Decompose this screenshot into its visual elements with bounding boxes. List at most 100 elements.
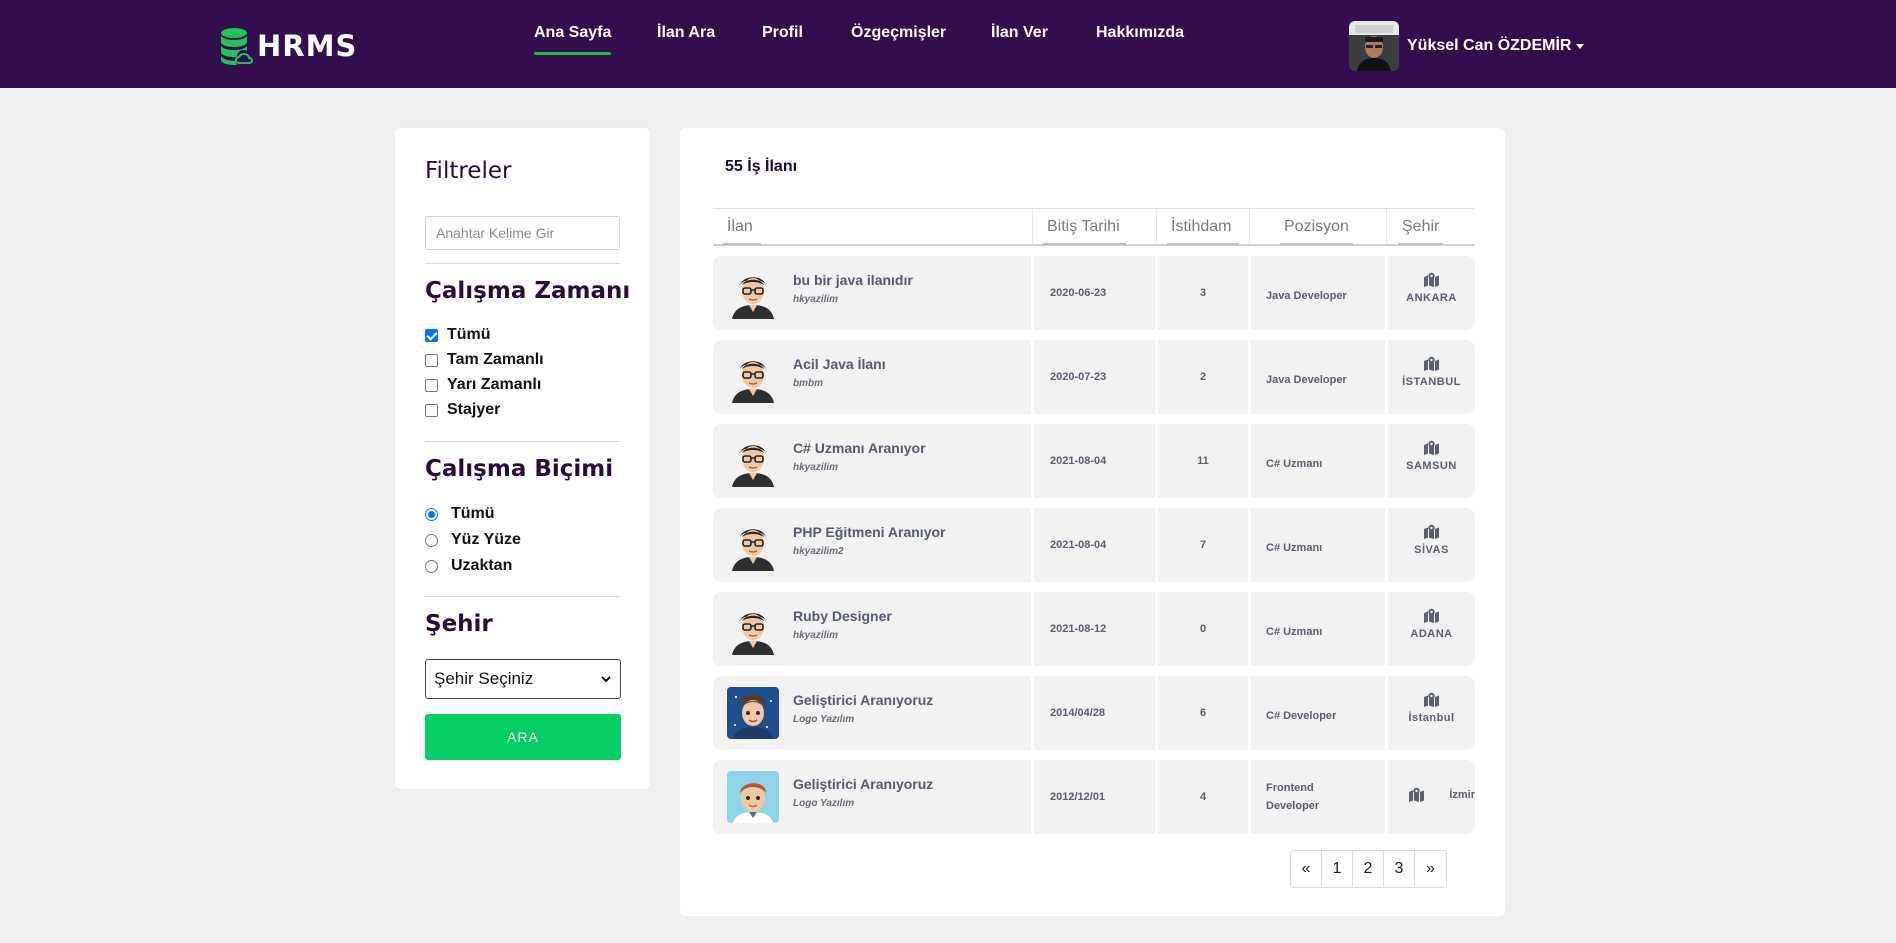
- work-time-label: Tam Zamanlı: [447, 351, 544, 368]
- table-row[interactable]: Acil Java İlanı bmbm 2020-07-23 2 Java Devel…: [713, 340, 1475, 414]
- headcount: 6: [1199, 707, 1207, 719]
- city-select[interactable]: Şehir Seçiniz: [425, 659, 621, 699]
- table-row[interactable]: Geliştirici Aranıyoruz Logo Yazılım 2014/0…: [713, 676, 1475, 750]
- filter-panel: Filtreler Çalışma Zamanı Tümü Tam Zamanl…: [395, 128, 650, 789]
- job-title[interactable]: bu bir java ilanıdır: [793, 272, 913, 288]
- city-select-value: Şehir Seçiniz: [434, 669, 534, 688]
- nav-post-job[interactable]: İlan Ver: [991, 24, 1048, 42]
- keyword-input[interactable]: [425, 216, 620, 250]
- company-avatar: [727, 603, 779, 655]
- map-marked-icon: [1423, 692, 1440, 707]
- divider: [425, 441, 620, 442]
- work-time-option-full-time[interactable]: Tam Zamanlı: [425, 350, 544, 370]
- work-time-label: Stajyer: [447, 401, 501, 418]
- end-date-cell: 2021-08-04: [1034, 424, 1155, 498]
- work-time-option-intern[interactable]: Stajyer: [425, 400, 500, 420]
- table-header: İlan Bitiş Tarihi İstihdam Pozisyon Şehi…: [713, 208, 1475, 246]
- radio[interactable]: [425, 533, 438, 547]
- city-cell: SİVAS: [1388, 508, 1475, 582]
- job-cell: bu bir java ilanıdır hkyazilim: [713, 256, 1031, 330]
- pagination-page-2[interactable]: 2: [1353, 851, 1384, 887]
- map-marked-icon: [1423, 608, 1440, 623]
- work-time-option-part-time[interactable]: Yarı Zamanlı: [425, 375, 541, 395]
- filters-title: Filtreler: [425, 158, 512, 184]
- end-date: 2020-07-23: [1050, 371, 1107, 383]
- column-header-position[interactable]: Pozisyon: [1284, 218, 1349, 236]
- end-date-cell: 2014/04/28: [1034, 676, 1155, 750]
- job-cell: PHP Eğitmeni Aranıyor hkyazilim2: [713, 508, 1031, 582]
- position: C# Uzmanı: [1266, 626, 1323, 638]
- position: C# Uzmanı: [1266, 458, 1323, 470]
- headcount-cell: 3: [1158, 256, 1248, 330]
- checkbox[interactable]: [425, 403, 438, 417]
- job-title[interactable]: Acil Java İlanı: [793, 356, 886, 372]
- pagination-next[interactable]: »: [1415, 851, 1446, 887]
- nav-profile[interactable]: Profil: [762, 24, 803, 42]
- company-name: hkyazilim: [793, 462, 839, 473]
- city-cell: İzmir: [1388, 760, 1475, 834]
- end-date: 2021-08-12: [1050, 623, 1107, 635]
- city-cell: SAMSUN: [1388, 424, 1475, 498]
- map-marked-icon: [1423, 272, 1440, 287]
- column-header-job[interactable]: İlan: [727, 218, 753, 236]
- headcount-cell: 11: [1158, 424, 1248, 498]
- job-title[interactable]: Ruby Designer: [793, 608, 892, 624]
- company-name: hkyazilim: [793, 630, 839, 641]
- work-type-option-all[interactable]: Tümü: [425, 504, 495, 524]
- job-cell: Ruby Designer hkyazilim: [713, 592, 1031, 666]
- nav-home[interactable]: Ana Sayfa: [534, 24, 612, 55]
- work-time-label: Tümü: [447, 326, 491, 343]
- table-row[interactable]: bu bir java ilanıdır hkyazilim 2020-06-23 3…: [713, 256, 1475, 330]
- headcount: 3: [1199, 287, 1207, 299]
- city-cell: İSTANBUL: [1388, 340, 1475, 414]
- company-avatar: [727, 435, 779, 487]
- work-time-option-all[interactable]: Tümü: [425, 325, 491, 345]
- work-type-option-onsite[interactable]: Yüz Yüze: [425, 530, 521, 550]
- headcount: 7: [1199, 539, 1207, 551]
- nav-job-search[interactable]: İlan Ara: [657, 24, 715, 42]
- map-marked-icon: [1408, 787, 1425, 802]
- pagination-page-3[interactable]: 3: [1384, 851, 1415, 887]
- user-avatar: [1349, 21, 1399, 71]
- city-name: İstanbul: [1408, 712, 1455, 724]
- work-time-title: Çalışma Zamanı: [425, 278, 631, 304]
- work-type-option-remote[interactable]: Uzaktan: [425, 556, 512, 576]
- position-cell: C# Uzmanı: [1251, 592, 1385, 666]
- table-row[interactable]: C# Uzmanı Aranıyor hkyazilim 2021-08-04 11 C…: [713, 424, 1475, 498]
- checkbox[interactable]: [425, 328, 438, 342]
- radio[interactable]: [425, 559, 438, 573]
- headcount: 11: [1197, 455, 1209, 467]
- job-title[interactable]: PHP Eğitmeni Aranıyor: [793, 524, 945, 540]
- map-marked-icon: [1423, 440, 1440, 455]
- column-header-city[interactable]: Şehir: [1402, 218, 1439, 236]
- top-navbar: HRMS Ana Sayfa İlan Ara Profil Özgeçmişl…: [0, 0, 1896, 88]
- table-row[interactable]: PHP Eğitmeni Aranıyor hkyazilim2 2021-08-0…: [713, 508, 1475, 582]
- city-cell: İstanbul: [1388, 676, 1475, 750]
- nav-about[interactable]: Hakkımızda: [1096, 24, 1184, 42]
- checkbox[interactable]: [425, 378, 438, 392]
- column-header-end-date[interactable]: Bitiş Tarihi: [1047, 218, 1120, 236]
- job-title[interactable]: C# Uzmanı Aranıyor: [793, 440, 926, 456]
- job-title[interactable]: Geliştirici Aranıyoruz: [793, 776, 933, 792]
- company-name: bmbm: [793, 378, 823, 389]
- nav-resumes[interactable]: Özgeçmişler: [851, 24, 946, 42]
- pagination-prev[interactable]: «: [1291, 851, 1322, 887]
- position: C# Developer: [1266, 710, 1337, 722]
- table-row[interactable]: Geliştirici Aranıyoruz Logo Yazılım 2012/1…: [713, 760, 1475, 834]
- city-title: Şehir: [425, 611, 493, 637]
- radio[interactable]: [425, 507, 438, 521]
- divider: [425, 596, 620, 597]
- pagination-page-1[interactable]: 1: [1322, 851, 1353, 887]
- company-name: Logo Yazılım: [793, 798, 855, 809]
- main-nav: Ana Sayfa İlan Ara Profil Özgeçmişler İl…: [0, 24, 1896, 64]
- headcount-cell: 0: [1158, 592, 1248, 666]
- divider: [425, 263, 620, 264]
- column-header-headcount[interactable]: İstihdam: [1171, 218, 1231, 236]
- column-separator: [1249, 209, 1250, 245]
- checkbox[interactable]: [425, 353, 438, 367]
- position-cell: C# Uzmanı: [1251, 508, 1385, 582]
- job-title[interactable]: Geliştirici Aranıyoruz: [793, 692, 933, 708]
- search-button[interactable]: ARA: [425, 714, 621, 760]
- table-row[interactable]: Ruby Designer hkyazilim 2021-08-12 0 C# Uzma…: [713, 592, 1475, 666]
- user-menu[interactable]: Yüksel Can ÖZDEMİR: [1349, 20, 1585, 72]
